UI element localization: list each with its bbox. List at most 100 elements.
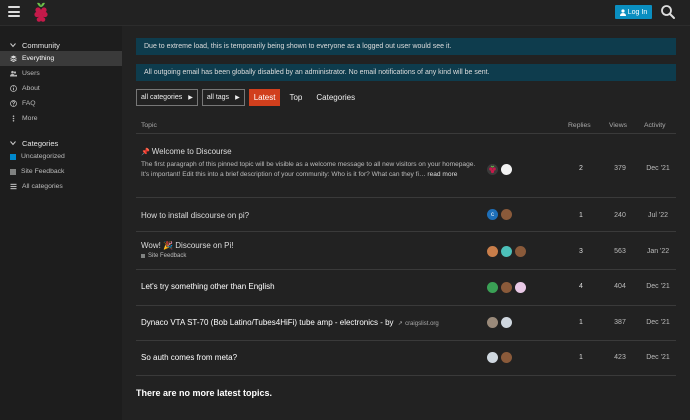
table-row: Wow! 🎉 Discourse on Pi! Site Feedback 3 … [136,232,676,270]
site-header: Log In [0,0,690,26]
caret-right-icon: ▶ [188,94,193,101]
hamburger-icon[interactable] [8,6,20,17]
sidebar-categories-section: Categories Uncategorized Site Feedback A… [0,137,122,194]
avatar[interactable] [515,282,526,293]
sidebar-item-faq[interactable]: FAQ [0,96,122,111]
topic-title-text: Welcome to Discourse [151,147,232,156]
avatar[interactable] [515,246,526,257]
topic-title[interactable]: Wow! 🎉 Discourse on Pi! [141,241,234,250]
avatar[interactable] [487,164,498,175]
view-count: 423 [614,354,626,361]
poster-avatars [487,164,512,175]
view-count: 404 [614,283,626,290]
caret-right-icon: ▶ [235,94,240,101]
topic-category[interactable]: Site Feedback [141,253,186,259]
reply-count: 1 [579,354,583,361]
sidebar-item-label: More [22,115,38,122]
table-row: 📌 Welcome to Discourse The first paragrap… [136,134,676,198]
activity-date[interactable]: Dec '21 [640,165,676,172]
categories-heading-label: Categories [22,138,59,148]
poster-avatars [487,352,512,363]
login-label: Log In [627,8,648,16]
avatar[interactable] [501,209,512,220]
reply-count: 3 [579,248,583,255]
avatar[interactable] [501,246,512,257]
avatar[interactable] [501,317,512,328]
column-replies[interactable]: Replies [568,122,591,129]
table-row: Dynaco VTA ST-70 (Bob Latino/Tubes4HiFi)… [136,306,676,341]
sidebar-item-more[interactable]: More [0,111,122,126]
sidebar-item-site-feedback[interactable]: Site Feedback [0,164,122,179]
activity-date[interactable]: Dec '21 [640,283,676,290]
stack-icon [10,55,17,62]
avatar[interactable]: c [487,209,498,220]
topic-title[interactable]: So auth comes from meta? [141,353,237,362]
column-activity[interactable]: Activity [644,122,666,129]
load-notice-banner: Due to extreme load, this is temporarily… [136,38,676,55]
poster-avatars [487,317,512,328]
column-topic[interactable]: Topic [141,122,157,129]
avatar[interactable] [487,317,498,328]
category-swatch [10,153,16,160]
sidebar-community-heading[interactable]: Community [0,39,122,51]
raspberry-pi-logo[interactable] [32,1,50,23]
categories-dropdown-label: all categories [141,93,183,101]
sidebar-item-all-categories[interactable]: All categories [0,179,122,194]
tab-latest[interactable]: Latest [248,88,281,106]
avatar[interactable] [501,282,512,293]
info-icon [10,85,17,92]
column-views[interactable]: Views [609,122,627,129]
question-icon [10,100,17,107]
chevron-down-icon [10,141,16,146]
avatar[interactable] [501,164,512,175]
table-row: So auth comes from meta? 1 423 Dec '21 [136,341,676,376]
category-swatch [141,254,145,258]
category-swatch [10,168,16,175]
sidebar-item-label: All categories [22,183,63,190]
topic-title[interactable]: How to install discourse on pi? [141,211,249,220]
avatar[interactable] [487,352,498,363]
topic-title-text: Dynaco VTA ST-70 (Bob Latino/Tubes4HiFi)… [141,318,394,327]
excerpt-text: The first paragraph of this pinned topic… [141,161,476,179]
email-notice-banner: All outgoing email has been globally dis… [136,64,676,81]
topic-domain: craigslist.org [405,321,439,327]
activity-date[interactable]: Jan '22 [640,248,676,255]
reply-count: 2 [579,165,583,172]
activity-date[interactable]: Dec '21 [640,354,676,361]
chevron-down-icon [10,43,16,48]
sidebar-item-uncategorized[interactable]: Uncategorized [0,149,122,164]
sidebar-item-everything[interactable]: Everything [0,51,122,66]
no-more-topics-message: There are no more latest topics. [136,388,273,398]
read-more-link[interactable]: read more [427,171,457,178]
pin-icon: 📌 [141,149,150,156]
topic-title[interactable]: Let's try something other than English [141,282,275,291]
topic-title[interactable]: 📌 Welcome to Discourse [141,147,232,156]
tags-dropdown-label: all tags [206,93,230,101]
categories-dropdown[interactable]: all categories ▶ [136,88,198,106]
sidebar-item-label: FAQ [22,100,36,107]
topic-list-header: Topic Replies Views Activity [136,118,676,134]
avatar[interactable] [487,282,498,293]
tab-categories[interactable]: Categories [311,89,360,106]
login-button[interactable]: Log In [615,5,652,19]
sidebar-categories-heading[interactable]: Categories [0,137,122,149]
more-icon [10,115,17,122]
sidebar-item-about[interactable]: About [0,81,122,96]
email-notice-text: All outgoing email has been globally dis… [144,69,490,76]
view-count: 240 [614,212,626,219]
avatar[interactable] [487,246,498,257]
sidebar: Community Everything Users About FAQ Mor… [0,26,122,420]
view-count: 379 [614,165,626,172]
sidebar-item-users[interactable]: Users [0,66,122,81]
tab-top[interactable]: Top [284,89,307,106]
activity-date[interactable]: Jul '22 [640,212,676,219]
sidebar-item-label: Users [22,70,40,77]
topic-title[interactable]: Dynaco VTA ST-70 (Bob Latino/Tubes4HiFi)… [141,318,439,327]
search-icon[interactable] [660,4,676,20]
reply-count: 4 [579,283,583,290]
avatar[interactable] [501,352,512,363]
sidebar-item-label: Site Feedback [21,168,65,175]
tags-dropdown[interactable]: all tags ▶ [201,88,245,106]
community-heading-label: Community [22,40,60,50]
activity-date[interactable]: Dec '21 [640,319,676,326]
